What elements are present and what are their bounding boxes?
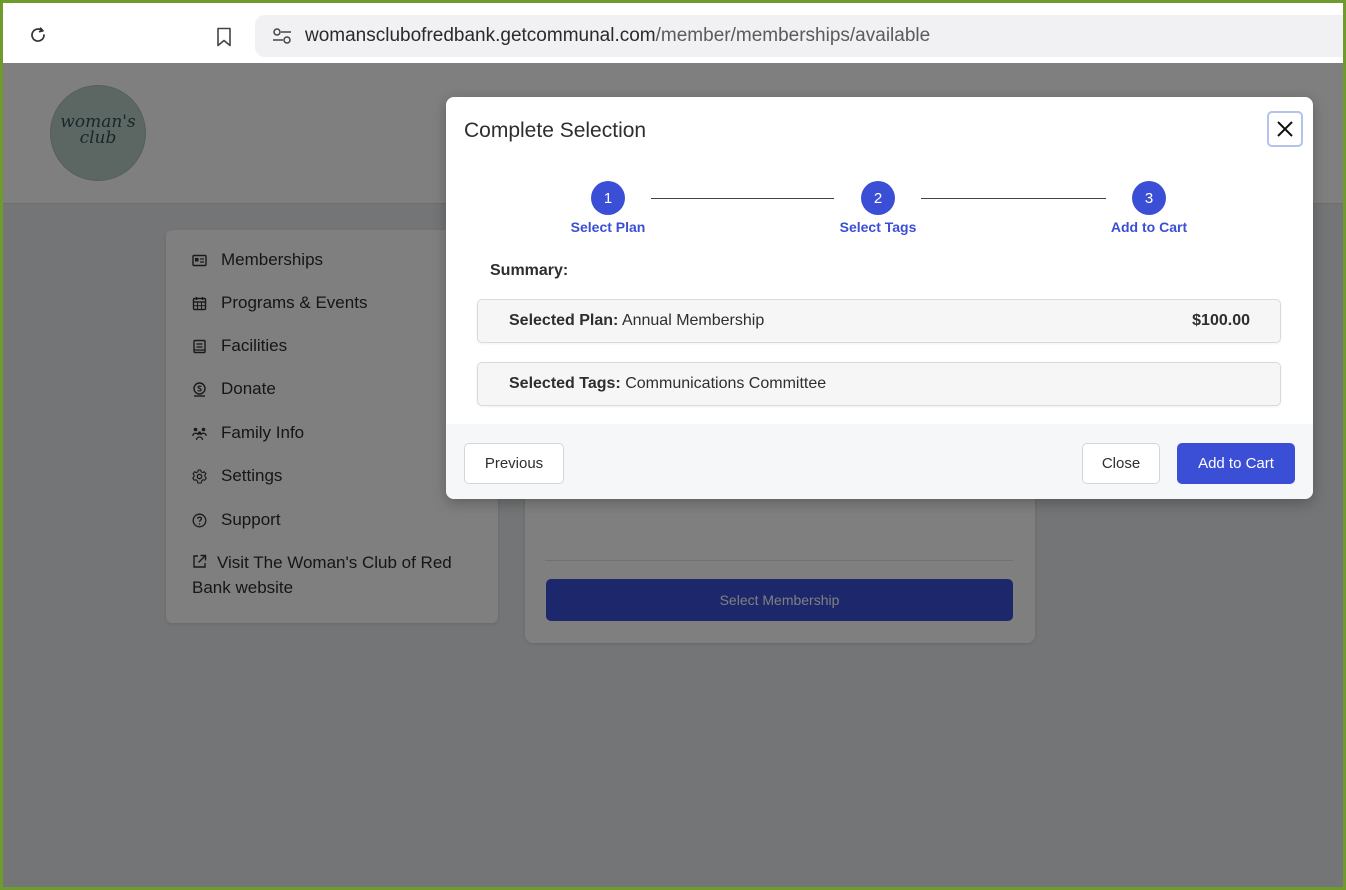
- stepper-connector: [921, 198, 1106, 199]
- selected-plan-label: Selected Plan:: [509, 312, 619, 329]
- step-3-circle: 3: [1132, 181, 1166, 215]
- previous-button[interactable]: Previous: [464, 443, 564, 484]
- site-settings-icon[interactable]: [272, 27, 292, 45]
- step-1-label: Select Plan: [570, 219, 646, 235]
- step-1-circle: 1: [591, 181, 625, 215]
- close-button[interactable]: Close: [1082, 443, 1160, 484]
- selected-tags-value: Communications Committee: [625, 375, 827, 392]
- selected-tags-text: Selected Tags: Communications Committee: [509, 375, 826, 393]
- selected-plan-row: Selected Plan: Annual Membership $100.00: [477, 299, 1281, 343]
- selected-plan-text: Selected Plan: Annual Membership: [509, 312, 764, 330]
- selected-tags-label: Selected Tags:: [509, 375, 621, 392]
- selected-tags-row: Selected Tags: Communications Committee: [477, 362, 1281, 406]
- step-2-label: Select Tags: [839, 219, 917, 235]
- step-3-label: Add to Cart: [1110, 219, 1188, 235]
- url-path: /member/memberships/available: [655, 25, 931, 46]
- close-icon: [1277, 121, 1293, 137]
- modal-footer: Previous Close Add to Cart: [446, 424, 1313, 499]
- address-bar[interactable]: womansclubofredbank.getcommunal.com/memb…: [255, 15, 1343, 57]
- stepper-connector: [651, 198, 834, 199]
- url-text[interactable]: womansclubofredbank.getcommunal.com/memb…: [305, 25, 930, 47]
- step-2-circle: 2: [861, 181, 895, 215]
- close-icon-button[interactable]: [1267, 111, 1303, 147]
- complete-selection-modal: Complete Selection 1 Select Plan 2 Selec…: [446, 97, 1313, 499]
- summary-heading: Summary:: [490, 262, 569, 279]
- bookmark-icon[interactable]: [216, 27, 232, 47]
- selected-plan-price: $100.00: [1192, 312, 1250, 329]
- url-domain: womansclubofredbank.getcommunal.com: [305, 25, 656, 46]
- screenshot-frame: womansclubofredbank.getcommunal.com/memb…: [0, 0, 1346, 890]
- selected-plan-value: Annual Membership: [621, 312, 765, 329]
- add-to-cart-button[interactable]: Add to Cart: [1177, 443, 1295, 484]
- modal-title: Complete Selection: [464, 119, 647, 142]
- reload-icon[interactable]: [28, 25, 48, 45]
- browser-toolbar: womansclubofredbank.getcommunal.com/memb…: [3, 3, 1343, 63]
